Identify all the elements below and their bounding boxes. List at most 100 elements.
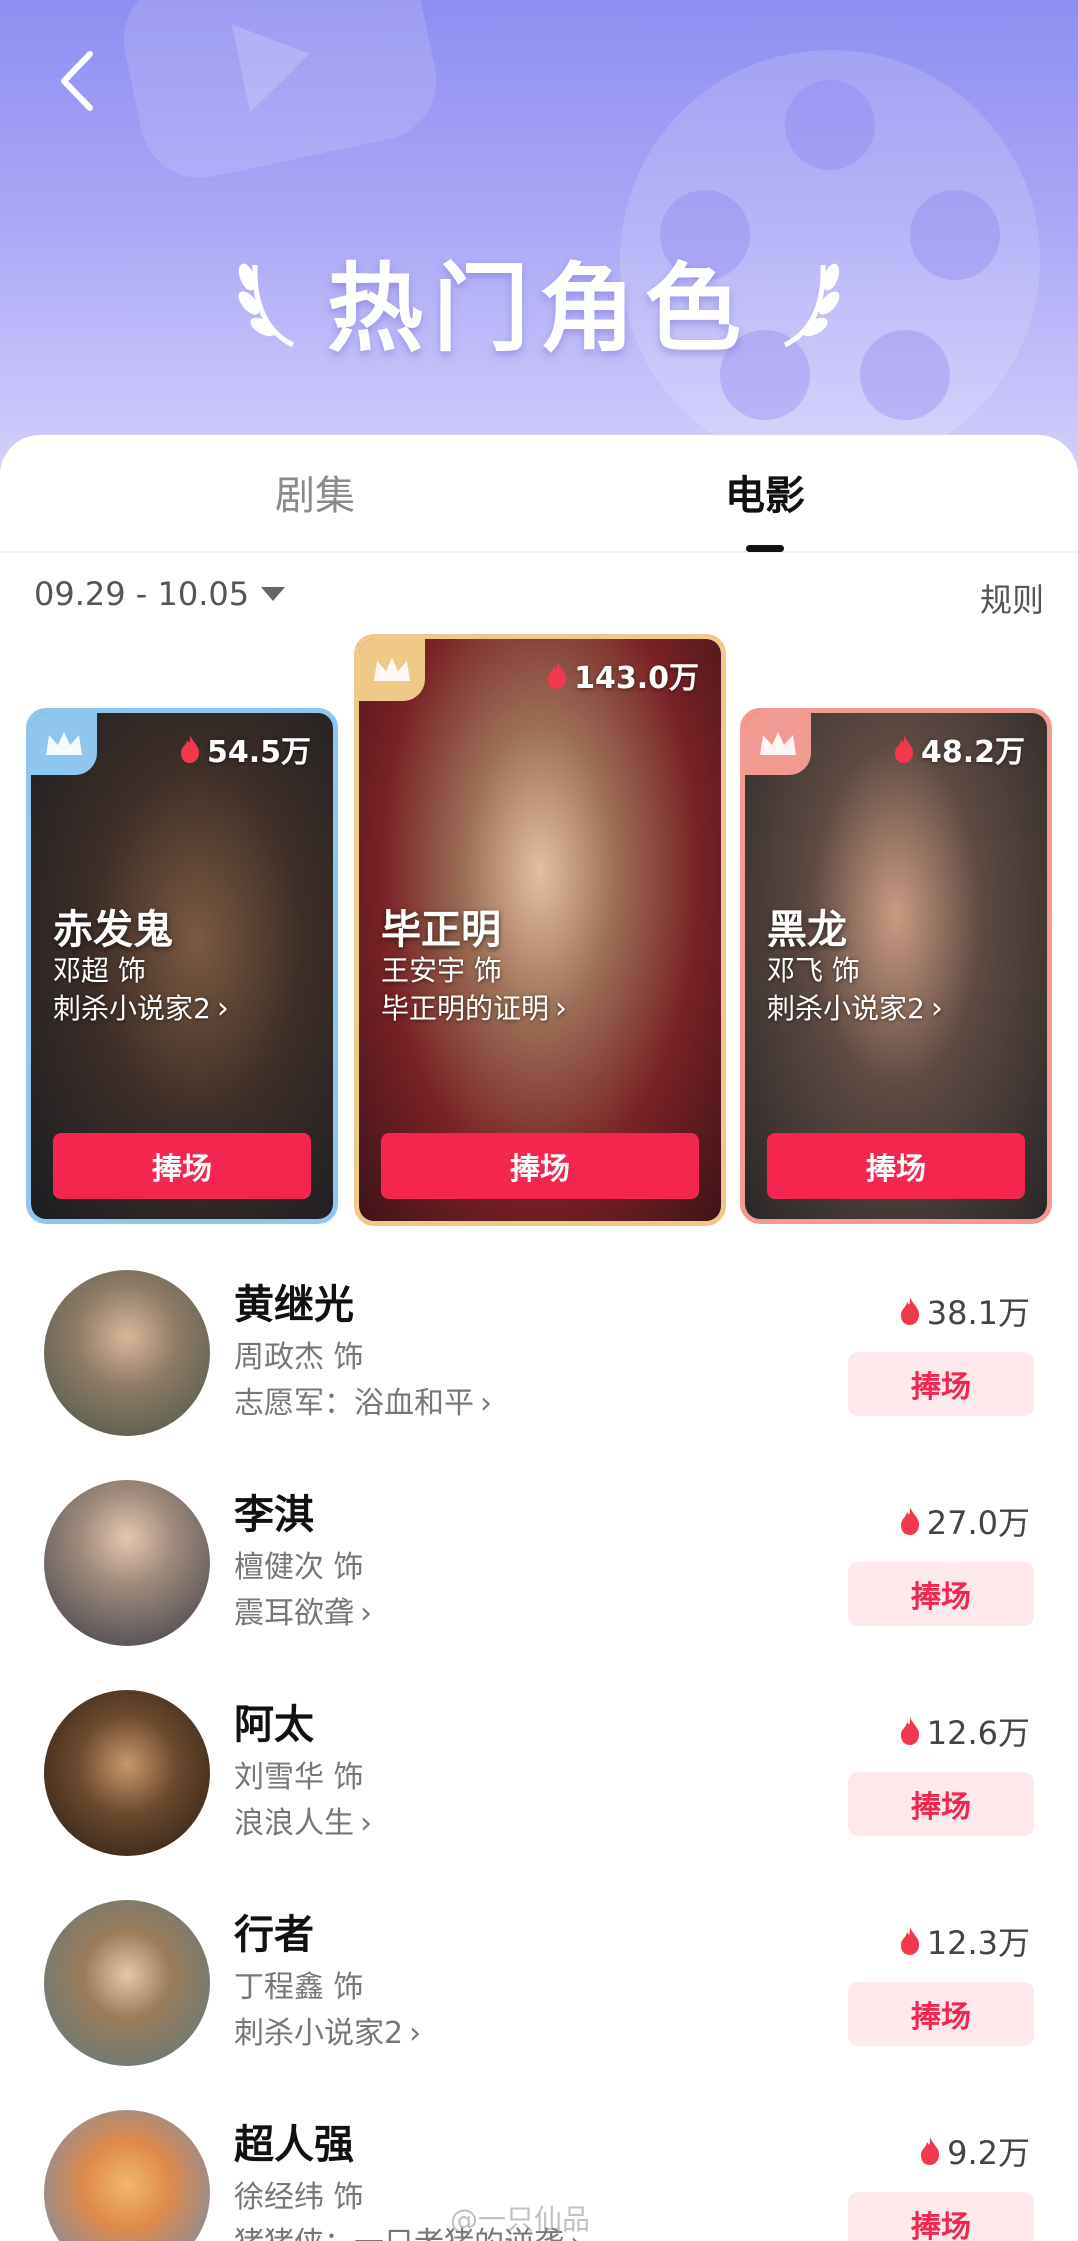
heat-text: 12.6万 [926, 1714, 1030, 1752]
role-name: 赤发鬼 [53, 907, 173, 953]
actor-name: 王安宇 饰 [381, 954, 502, 987]
heat-text: 9.2万 [947, 2134, 1030, 2172]
active-tab-indicator [746, 545, 784, 552]
top-card-rank-2[interactable]: 54.5万 赤发鬼 邓超 饰 刺杀小说家2 › 捧场 [26, 708, 338, 1224]
heat-text: 48.2万 [920, 735, 1025, 770]
chevron-right-icon: › [216, 991, 229, 1026]
rules-link[interactable]: 规则 [980, 575, 1044, 621]
work-link[interactable]: 志愿军：浴血和平 › [234, 1378, 492, 1422]
cheer-button[interactable]: 捧场 [848, 1982, 1034, 2046]
heat-value: 38.1万 [899, 1288, 1030, 1334]
top-card-rank-1[interactable]: 143.0万 毕正明 王安宇 饰 毕正明的证明 › 捧场 [354, 634, 726, 1226]
heat-value: 9.2万 [919, 2128, 1030, 2174]
work-link[interactable]: 浪浪人生 › [234, 1798, 372, 1842]
role-name: 行者 [234, 1912, 314, 1958]
work-link[interactable]: 刺杀小说家2 › [234, 2008, 421, 2052]
flame-icon [548, 661, 567, 689]
role-name: 李淇 [234, 1492, 314, 1538]
flame-icon [921, 2137, 940, 2165]
flame-icon [900, 1297, 919, 1325]
flame-icon [900, 1927, 919, 1955]
actor-name: 邓飞 饰 [767, 954, 860, 987]
heat-value: 48.2万 [893, 727, 1025, 771]
actor-name: 刘雪华 饰 [234, 1760, 364, 1795]
work-link[interactable]: 毕正明的证明 › [381, 987, 567, 1027]
list-item[interactable]: 李淇 檀健次 饰 震耳欲聋 › 27.0万 捧场 [0, 1480, 1078, 1680]
flame-icon [900, 1717, 919, 1745]
date-range-label: 09.29 - 10.05 [34, 575, 250, 613]
chevron-right-icon: › [409, 2016, 422, 2051]
heat-value: 143.0万 [546, 653, 699, 697]
actor-name: 邓超 饰 [53, 954, 146, 987]
heat-text: 38.1万 [926, 1294, 1030, 1332]
list-item[interactable]: 行者 丁程鑫 饰 刺杀小说家2 › 12.3万 捧场 [0, 1900, 1078, 2100]
list-item[interactable]: 黄继光 周政杰 饰 志愿军：浴血和平 › 38.1万 捧场 [0, 1270, 1078, 1470]
avatar [44, 1690, 210, 1856]
play-decoration [112, 0, 448, 190]
actor-name: 檀健次 饰 [234, 1550, 364, 1585]
heat-text: 143.0万 [574, 661, 699, 696]
flame-icon [894, 735, 914, 763]
tab-series[interactable]: 剧集 [215, 463, 415, 543]
hero-banner: 热门角色 [0, 0, 1078, 470]
cheer-button[interactable]: 捧场 [848, 1562, 1034, 1626]
work-title: 刺杀小说家2 [53, 992, 211, 1025]
heat-text: 54.5万 [206, 735, 311, 770]
role-name: 黑龙 [767, 907, 847, 953]
role-name: 超人强 [234, 2122, 354, 2168]
actor-name: 徐经纬 饰 [234, 2180, 364, 2215]
actor-name: 丁程鑫 饰 [234, 1970, 364, 2005]
cheer-button[interactable]: 捧场 [848, 1772, 1034, 1836]
heat-value: 12.6万 [899, 1708, 1030, 1754]
flame-icon [900, 1507, 919, 1535]
page-title: 热门角色 [327, 252, 751, 365]
role-name: 黄继光 [234, 1282, 354, 1328]
caret-down-icon [261, 587, 286, 601]
watermark: @一只仙品 [450, 2203, 591, 2236]
work-title: 毕正明的证明 [381, 992, 550, 1025]
heat-text: 27.0万 [926, 1504, 1030, 1542]
top-card-rank-3[interactable]: 48.2万 黑龙 邓飞 饰 刺杀小说家2 › 捧场 [740, 708, 1052, 1224]
laurel-left-icon [238, 263, 295, 348]
work-title: 刺杀小说家2 [767, 992, 925, 1025]
cheer-button[interactable]: 捧场 [381, 1133, 699, 1199]
avatar [44, 1900, 210, 2066]
actor-name: 周政杰 饰 [234, 1340, 364, 1375]
work-link[interactable]: 刺杀小说家2 › [767, 987, 943, 1027]
chevron-left-icon [61, 51, 93, 111]
cheer-button[interactable]: 捧场 [848, 2192, 1034, 2241]
crown-icon [745, 713, 811, 775]
avatar [44, 1480, 210, 1646]
chevron-right-icon: › [360, 1596, 372, 1631]
chevron-right-icon: › [930, 991, 943, 1026]
work-title: 浪浪人生 [234, 1806, 354, 1841]
tab-movie[interactable]: 电影 [665, 463, 865, 543]
category-tabs: 剧集 电影 [0, 435, 1078, 553]
avatar [44, 2110, 210, 2241]
role-name: 毕正明 [381, 907, 501, 953]
crown-icon [31, 713, 97, 775]
list-item[interactable]: 阿太 刘雪华 饰 浪浪人生 › 12.6万 捧场 [0, 1690, 1078, 1890]
chevron-right-icon: › [480, 1386, 492, 1421]
flame-icon [180, 735, 200, 763]
date-range-selector[interactable]: 09.29 - 10.05 [34, 575, 286, 613]
work-link[interactable]: 刺杀小说家2 › [53, 987, 229, 1027]
heat-value: 27.0万 [899, 1498, 1030, 1544]
cheer-button[interactable]: 捧场 [767, 1133, 1025, 1199]
role-name: 阿太 [234, 1702, 314, 1748]
laurel-right-icon [783, 263, 840, 348]
work-title: 震耳欲聋 [234, 1596, 354, 1631]
work-title: 志愿军：浴血和平 [234, 1386, 474, 1421]
chevron-right-icon: › [360, 1806, 372, 1841]
heat-value: 12.3万 [899, 1918, 1030, 1964]
back-button[interactable] [50, 46, 110, 116]
work-title: 刺杀小说家2 [234, 2016, 404, 2051]
crown-icon [359, 639, 425, 701]
cheer-button[interactable]: 捧场 [53, 1133, 311, 1199]
heat-text: 12.3万 [926, 1924, 1030, 1962]
work-link[interactable]: 震耳欲聋 › [234, 1588, 372, 1632]
avatar [44, 1270, 210, 1436]
heat-value: 54.5万 [179, 727, 311, 771]
chevron-right-icon: › [555, 991, 568, 1026]
cheer-button[interactable]: 捧场 [848, 1352, 1034, 1416]
